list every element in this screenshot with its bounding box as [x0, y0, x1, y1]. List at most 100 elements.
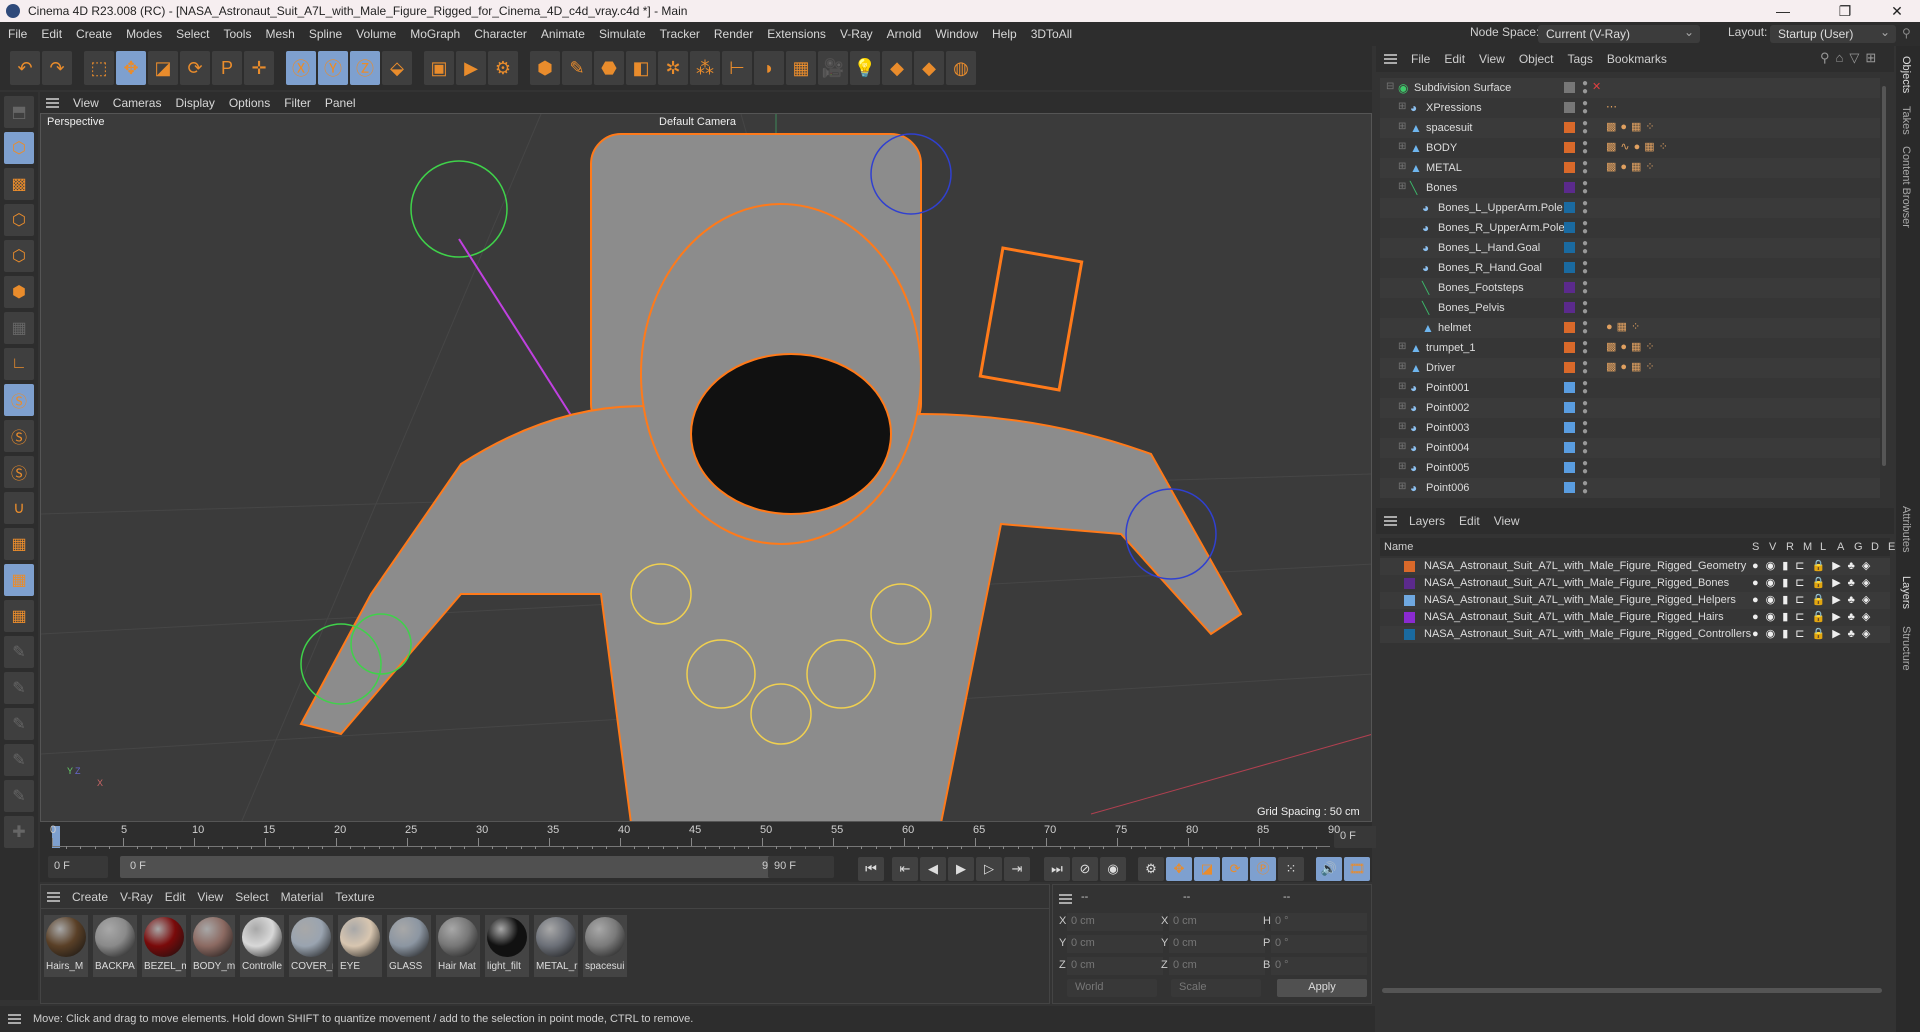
layer-color-swatch[interactable] [1564, 262, 1575, 273]
live-selection-icon[interactable]: ⬚ [84, 51, 114, 85]
visibility-dots[interactable]: ● ● [1582, 279, 1588, 297]
object-row[interactable]: ⊞ ▲ BODY ● ● ▩∿●▦⁘ [1380, 138, 1880, 158]
object-row[interactable]: ⊞ ◕ Point006 ● ● [1380, 478, 1880, 498]
undo-icon[interactable]: ↶ [10, 51, 40, 85]
paint-p-icon[interactable]: ✎ [4, 672, 34, 704]
material-menu-icon[interactable] [47, 891, 60, 902]
point-mode-icon[interactable]: ⬡ [4, 204, 34, 236]
side-tab-content-browser[interactable]: Content Browser [1900, 146, 1912, 228]
menu-tools[interactable]: Tools [223, 27, 251, 41]
layer-color-swatch[interactable] [1404, 629, 1415, 640]
viewport[interactable]: Perspective Default Camera Grid Spacing … [40, 113, 1372, 822]
side-tab-structure[interactable]: Structure [1900, 626, 1912, 671]
coord-field-z[interactable]: 0 cm [1067, 957, 1163, 975]
menu-window[interactable]: Window [935, 27, 978, 41]
go-to-end-icon[interactable]: ⏭ [1044, 857, 1070, 881]
visibility-dots[interactable]: ● ● [1582, 339, 1588, 357]
next-frame-icon[interactable]: ▷ [976, 857, 1002, 881]
menu-create[interactable]: Create [76, 27, 112, 41]
material-swatch[interactable]: METAL_r [534, 915, 578, 977]
prev-frame-icon[interactable]: ◀ [920, 857, 946, 881]
snap-icon[interactable]: Ⓢ [4, 384, 34, 416]
layer-color-swatch[interactable] [1564, 102, 1575, 113]
object-row[interactable]: ⊞ ◕ Point003 ● ● [1380, 418, 1880, 438]
subdivision-icon[interactable]: ⬣ [594, 51, 624, 85]
coords-menu-icon[interactable] [1059, 894, 1072, 904]
side-tab-attributes[interactable]: Attributes [1900, 506, 1912, 552]
material-menu-edit[interactable]: Edit [165, 890, 186, 904]
keyframe-selection-icon[interactable]: ⚙ [1138, 857, 1164, 881]
coord-field-y[interactable]: 0 cm [1067, 935, 1163, 953]
cube-icon[interactable]: ⬢ [530, 51, 560, 85]
layer-color-swatch[interactable] [1564, 342, 1575, 353]
visibility-dots[interactable]: ● ● [1582, 419, 1588, 437]
menu-extensions[interactable]: Extensions [767, 27, 826, 41]
layer-color-swatch[interactable] [1404, 561, 1415, 572]
go-to-start-icon[interactable]: ⏮ [858, 857, 884, 881]
object-row[interactable]: ╲ Bones_Pelvis ● ● [1380, 298, 1880, 318]
expand-icon[interactable]: ⊞ [1398, 101, 1406, 112]
visibility-dots[interactable]: ● ● [1582, 139, 1588, 157]
material-swatch[interactable]: COVER_r [289, 915, 333, 977]
object-row[interactable]: ⊞ ▲ METAL ● ● ▩●▦⁘ [1380, 158, 1880, 178]
layer-color-swatch[interactable] [1564, 202, 1575, 213]
layer-flag-toggles[interactable]: ●◉▮⊏🔒▶♣◈ [1752, 559, 1877, 572]
material-swatch[interactable]: BODY_m [191, 915, 235, 977]
coord-field-x[interactable]: 0 cm [1067, 913, 1163, 931]
object-menu-tags[interactable]: Tags [1568, 52, 1593, 66]
expand-icon[interactable]: ⊞ [1398, 121, 1406, 132]
visibility-dots[interactable]: ● ● [1582, 199, 1588, 217]
expand-icon[interactable]: ⊞ [1398, 401, 1406, 412]
render-picture-viewer-icon[interactable]: ▶ [456, 51, 486, 85]
visibility-dots[interactable]: ● ● [1582, 299, 1588, 317]
layer-color-swatch[interactable] [1564, 242, 1575, 253]
apply-button[interactable]: Apply [1277, 979, 1367, 997]
x-axis-icon[interactable]: Ⓧ [286, 51, 316, 85]
range-slider[interactable]: 0 F 90 F [120, 856, 792, 878]
axis-icon[interactable]: ∟ [4, 348, 34, 380]
expand-icon[interactable]: ⊞ [1398, 141, 1406, 152]
menu-3dtoall[interactable]: 3DToAll [1031, 27, 1072, 41]
prev-key-icon[interactable]: ⇤ [892, 857, 918, 881]
layer-color-swatch[interactable] [1404, 595, 1415, 606]
layer-row[interactable]: NASA_Astronaut_Suit_A7L_with_Male_Figure… [1380, 626, 1890, 643]
object-row[interactable]: ⊞ ◕ Point002 ● ● [1380, 398, 1880, 418]
key-position-icon[interactable]: ✥ [1166, 857, 1192, 881]
deformer-icon[interactable]: ◗ [754, 51, 784, 85]
layer-color-swatch[interactable] [1564, 462, 1575, 473]
side-tab-layers[interactable]: Layers [1900, 576, 1912, 609]
move-icon[interactable]: ✥ [116, 51, 146, 85]
menu-volume[interactable]: Volume [356, 27, 396, 41]
workplane-rotate-icon[interactable]: ▦ [4, 600, 34, 632]
visibility-dots[interactable]: ● ● [1582, 439, 1588, 457]
material-swatch[interactable]: BEZEL_m [142, 915, 186, 977]
key-scale-icon[interactable]: ◪ [1194, 857, 1220, 881]
object-row[interactable]: ⊞ ◕ Point001 ● ● [1380, 378, 1880, 398]
material-menu-texture[interactable]: Texture [335, 890, 374, 904]
node-space-dropdown[interactable]: Current (V-Ray) [1538, 25, 1700, 43]
object-menu-object[interactable]: Object [1519, 52, 1554, 66]
lock-workplane-icon[interactable]: ▦ [4, 564, 34, 596]
expand-icon[interactable]: ⊞ [1398, 341, 1406, 352]
coord-field-y[interactable]: 0 cm [1169, 935, 1265, 953]
search-icon[interactable]: ⚲ [1902, 26, 1911, 40]
edge-mode-icon[interactable]: ⬡ [4, 240, 34, 272]
layer-color-swatch[interactable] [1564, 162, 1575, 173]
paint-icon[interactable]: ✎ [4, 636, 34, 668]
menu-tracker[interactable]: Tracker [660, 27, 700, 41]
object-manager-tools[interactable]: ⚲⌂▽⊞ [1820, 50, 1882, 66]
object-row[interactable]: ⊞ ◕ XPressions ● ● ⋯ [1380, 98, 1880, 118]
record-disabled-icon[interactable]: ⊘ [1072, 857, 1098, 881]
menu-character[interactable]: Character [474, 27, 527, 41]
viewport-menu-filter[interactable]: Filter [284, 96, 311, 110]
snap-target-icon[interactable]: Ⓢ [4, 456, 34, 488]
redo-icon[interactable]: ↷ [42, 51, 72, 85]
object-menu-bookmarks[interactable]: Bookmarks [1607, 52, 1667, 66]
menu-edit[interactable]: Edit [41, 27, 62, 41]
scale-icon[interactable]: ◪ [148, 51, 178, 85]
object-row[interactable]: ⊞ ▲ Driver ● ● ▩●▦⁘ [1380, 358, 1880, 378]
menu-spline[interactable]: Spline [309, 27, 342, 41]
coord-field-x[interactable]: 0 cm [1169, 913, 1265, 931]
layer-flag-toggles[interactable]: ●◉▮⊏🔒▶♣◈ [1752, 593, 1877, 606]
material-menu-create[interactable]: Create [72, 890, 108, 904]
